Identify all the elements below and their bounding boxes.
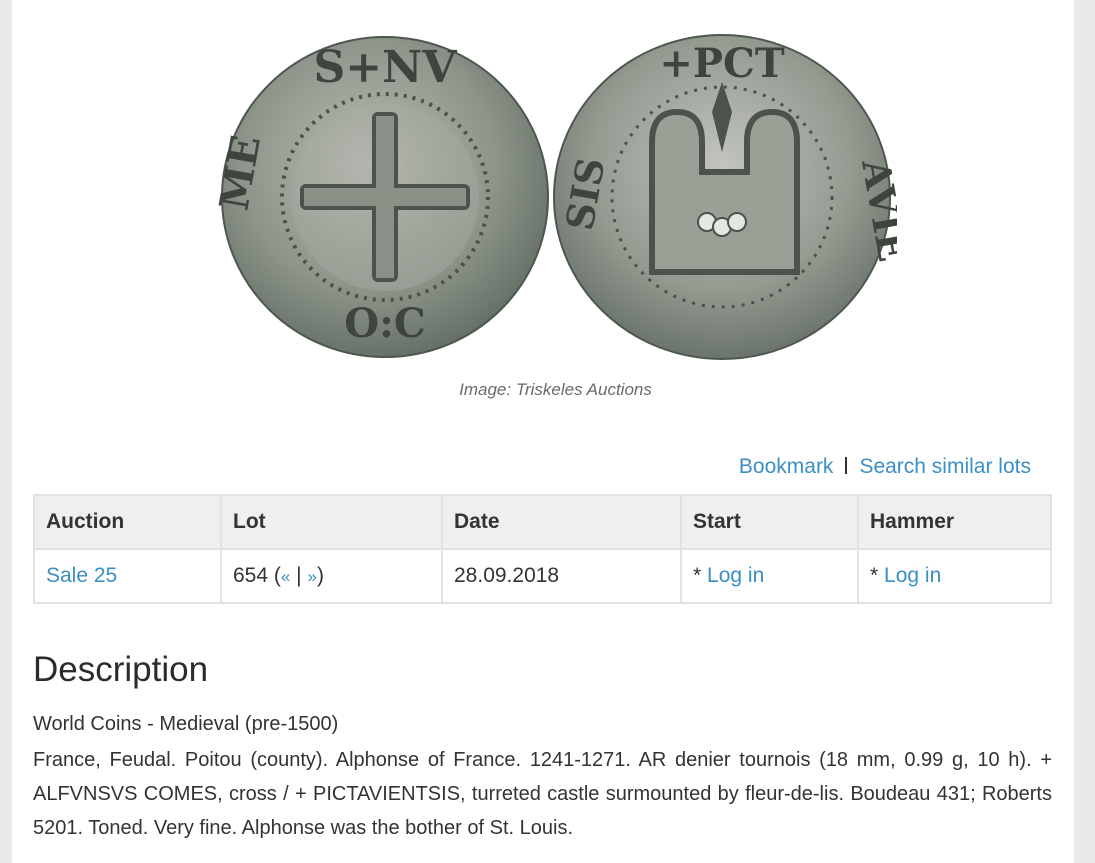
search-similar-link[interactable]: Search similar lots — [859, 455, 1031, 478]
start-cell: * Log in — [680, 548, 859, 604]
prev-lot-link[interactable]: « — [281, 567, 290, 586]
auction-cell: Sale 25 — [33, 548, 222, 604]
svg-text:+PCT: +PCT — [659, 40, 784, 87]
auction-link[interactable]: Sale 25 — [46, 564, 117, 587]
svg-text:O:C: O:C — [344, 300, 425, 347]
header-hammer: Hammer — [857, 494, 1052, 550]
lot-actions: Bookmark Search similar lots — [739, 455, 1031, 479]
lot-number: 654 — [233, 564, 269, 587]
coin-reverse: +PCT SIS AVIE — [553, 34, 897, 360]
header-lot: Lot — [220, 494, 443, 550]
hammer-login-link[interactable]: Log in — [884, 564, 941, 587]
image-caption: Image: Triskeles Auctions — [459, 380, 652, 399]
lot-info-table: Auction Lot Date Start Hammer Sale 25 65… — [33, 494, 1052, 604]
start-prefix: * — [693, 564, 702, 587]
header-auction: Auction — [33, 494, 222, 550]
date-cell: 28.09.2018 — [441, 548, 682, 604]
bookmark-link[interactable]: Bookmark — [739, 455, 834, 478]
lot-cell: 654 (« | ») — [220, 548, 443, 604]
next-lot-link[interactable]: » — [307, 567, 316, 586]
start-login-link[interactable]: Log in — [707, 564, 764, 587]
header-date: Date — [441, 494, 682, 550]
description-category: World Coins - Medieval (pre-1500) — [33, 713, 339, 735]
description-text: France, Feudal. Poitou (county). Alphons… — [33, 749, 1052, 839]
coin-obverse: S+NV ME O:C — [211, 36, 549, 358]
header-start: Start — [680, 494, 859, 550]
description-heading: Description — [33, 650, 209, 689]
action-separator — [845, 457, 848, 474]
table-header-row: Auction Lot Date Start Hammer — [33, 494, 1052, 550]
hammer-cell: * Log in — [857, 548, 1052, 604]
coin-image[interactable]: S+NV ME O:C +PCT SIS AVIE — [207, 22, 897, 367]
table-row: Sale 25 654 (« | ») 28.09.2018 * Log in … — [33, 548, 1052, 604]
svg-text:S+NV: S+NV — [314, 42, 458, 93]
hammer-prefix: * — [870, 564, 879, 587]
